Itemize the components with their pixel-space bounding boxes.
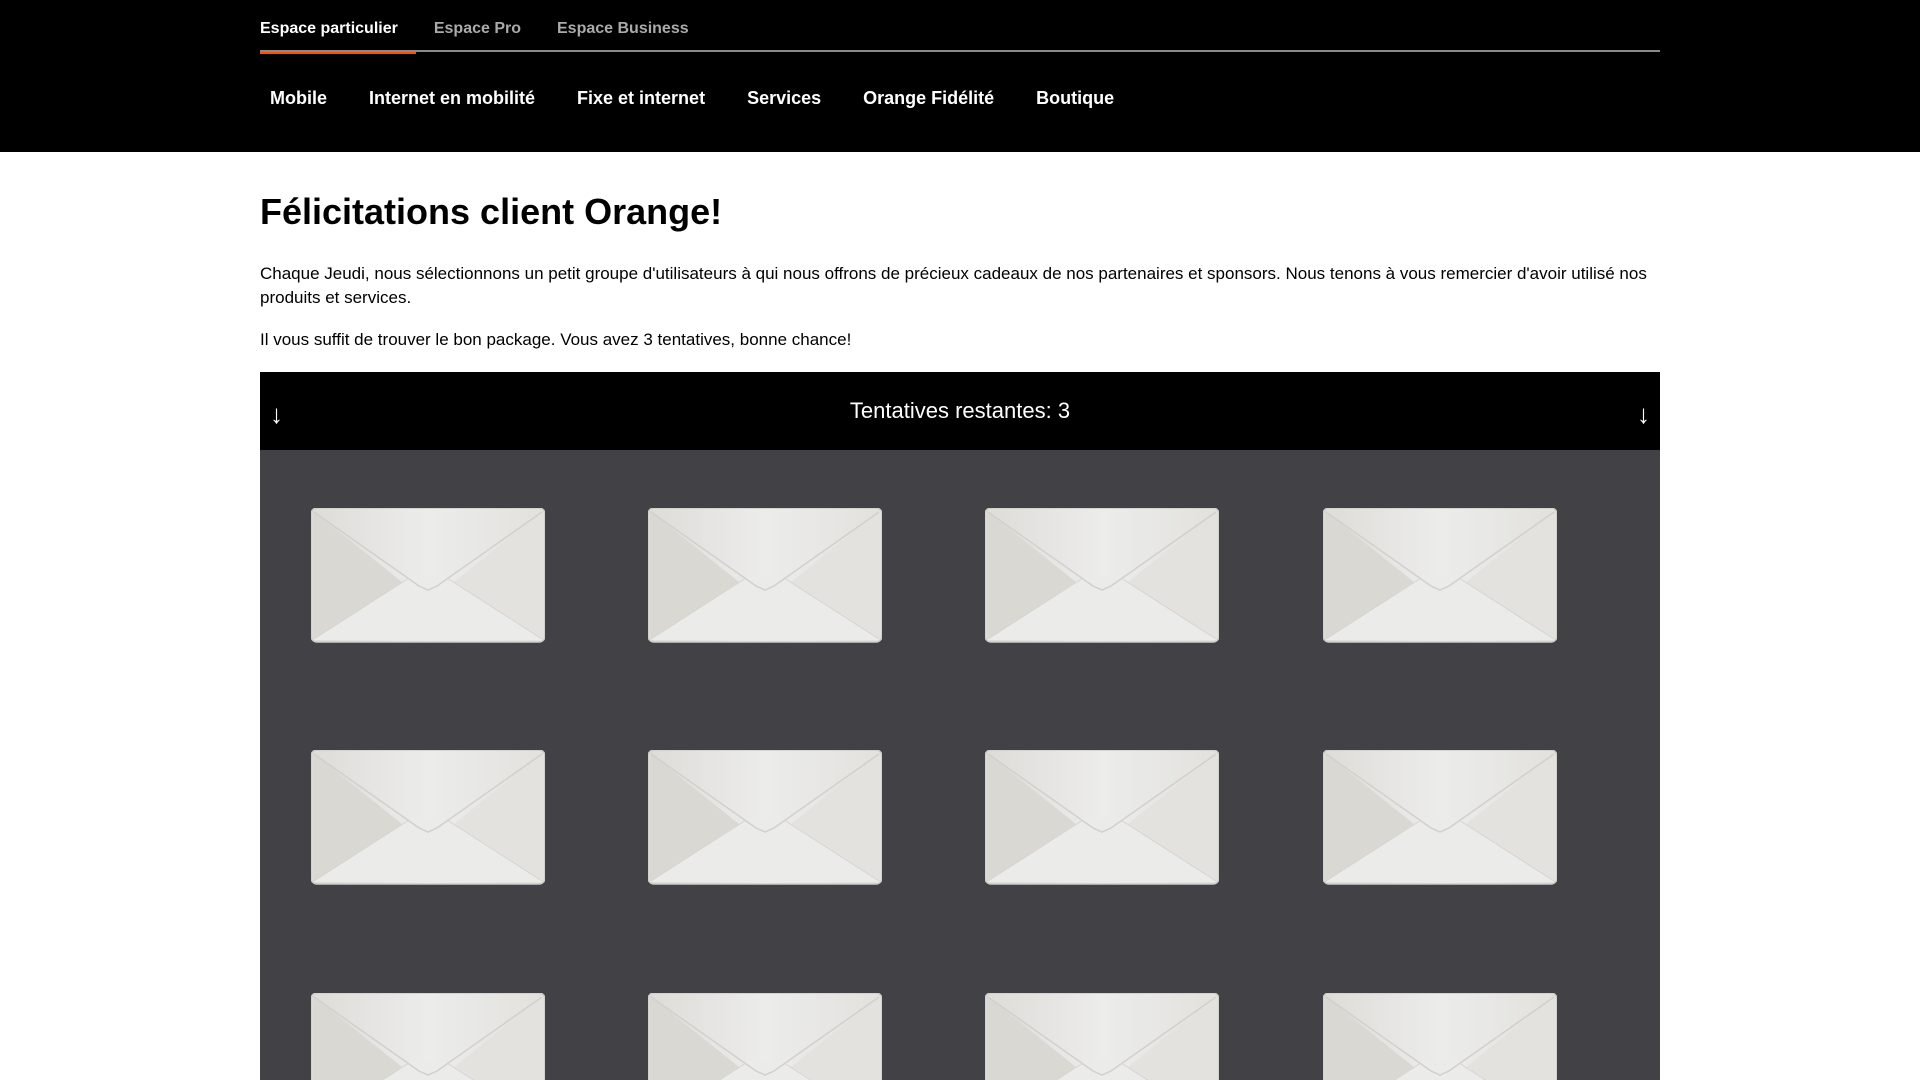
header-inner: Espace particulier Espace Pro Espace Bus…	[260, 0, 1660, 152]
envelope-button[interactable]	[985, 750, 1219, 885]
envelope-button[interactable]	[1323, 750, 1557, 885]
game-status-bar: ↓ Tentatives restantes: 3 ↓	[260, 372, 1660, 450]
envelope-icon	[311, 508, 545, 643]
space-tab-pro[interactable]: Espace Pro	[434, 0, 521, 52]
nav-item-fidelite[interactable]: Orange Fidélité	[853, 88, 1004, 109]
envelope-icon	[311, 993, 545, 1080]
attempts-counter: Tentatives restantes: 3	[260, 398, 1660, 424]
instruction-text: Il vous suffit de trouver le bon package…	[260, 330, 852, 349]
arrow-down-icon: ↓	[1637, 399, 1650, 429]
envelope-icon	[985, 508, 1219, 643]
envelope-button[interactable]	[311, 993, 545, 1080]
envelope-icon	[1323, 750, 1557, 885]
page-title: Félicitations client Orange!	[260, 191, 723, 232]
envelope-icon	[985, 750, 1219, 885]
nav-item-internet-mobilite[interactable]: Internet en mobilité	[359, 88, 545, 109]
space-selector: Espace particulier Espace Pro Espace Bus…	[260, 0, 1660, 54]
envelope-button[interactable]	[1323, 993, 1557, 1080]
nav-item-services[interactable]: Services	[737, 88, 831, 109]
envelope-icon	[648, 993, 882, 1080]
envelope-button[interactable]	[311, 508, 545, 643]
envelope-button[interactable]	[648, 508, 882, 643]
space-tab-particulier[interactable]: Espace particulier	[260, 0, 416, 54]
main-content: Félicitations client Orange! Chaque Jeud…	[260, 188, 1660, 1080]
envelope-button[interactable]	[311, 750, 545, 885]
attempts-label: Tentatives restantes:	[849, 398, 1052, 423]
space-tab-business[interactable]: Espace Business	[557, 0, 689, 52]
envelope-grid	[260, 450, 1660, 1080]
envelope-icon	[311, 750, 545, 885]
envelope-button[interactable]	[985, 993, 1219, 1080]
envelope-icon	[648, 508, 882, 643]
envelope-icon	[1323, 508, 1557, 643]
envelope-icon	[985, 993, 1219, 1080]
envelope-button[interactable]	[648, 750, 882, 885]
attempts-value: 3	[1057, 398, 1071, 423]
envelope-button[interactable]	[985, 508, 1219, 643]
site-header: Espace particulier Espace Pro Espace Bus…	[0, 0, 1920, 152]
envelope-icon	[648, 750, 882, 885]
envelope-game: ↓ Tentatives restantes: 3 ↓	[260, 372, 1660, 1080]
intro-text: Chaque Jeudi, nous sélectionnons un peti…	[260, 264, 1647, 307]
envelope-icon	[1323, 993, 1557, 1080]
nav-item-boutique[interactable]: Boutique	[1026, 88, 1124, 109]
nav-item-mobile[interactable]: Mobile	[260, 88, 337, 109]
envelope-button[interactable]	[648, 993, 882, 1080]
envelope-button[interactable]	[1323, 508, 1557, 643]
nav-item-fixe-internet[interactable]: Fixe et internet	[567, 88, 715, 109]
main-nav: Mobile Internet en mobilité Fixe et inte…	[260, 88, 1146, 109]
